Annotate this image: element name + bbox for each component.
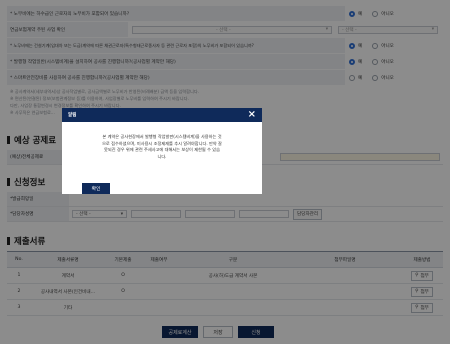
dialog-message: 본 계약은 공사현장에서 발행형 작업발판(시스템비계)을 사용하는 것 으로 …	[102, 134, 222, 159]
alert-dialog: 알림 × 본 계약은 공사현장에서 발행형 작업발판(시스템비계)을 사용하는 …	[62, 108, 262, 194]
dialog-header: 알림 ×	[62, 108, 262, 122]
dialog-title: 알림	[68, 113, 77, 118]
close-icon[interactable]: ×	[248, 110, 256, 120]
confirm-button[interactable]: 확인	[82, 183, 110, 194]
